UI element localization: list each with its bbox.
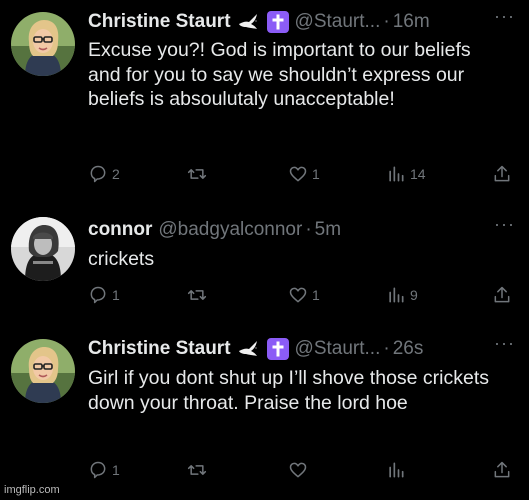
dove-icon bbox=[237, 339, 261, 359]
views-button[interactable]: 9 bbox=[386, 283, 418, 307]
avatar-christine[interactable] bbox=[11, 339, 75, 403]
tweet-text: Excuse you?! God is important to our bel… bbox=[88, 39, 471, 110]
heart-icon bbox=[289, 287, 307, 303]
views-button[interactable]: 14 bbox=[386, 162, 426, 186]
author-name[interactable]: connor bbox=[88, 219, 152, 241]
action-bar: 1 1 9 bbox=[88, 283, 510, 307]
action-bar: 1 bbox=[88, 458, 510, 482]
tweet-header: Christine Staurt @Staurt... · 16m ··· bbox=[88, 6, 515, 36]
share-icon bbox=[494, 286, 510, 303]
watermark: imgflip.com bbox=[4, 484, 60, 496]
reply-icon bbox=[90, 286, 106, 304]
timestamp[interactable]: 5m bbox=[315, 219, 341, 241]
author-name[interactable]: Christine Staurt bbox=[88, 11, 231, 33]
separator-dot: · bbox=[383, 11, 390, 32]
reply-icon bbox=[90, 165, 106, 183]
like-count: 1 bbox=[312, 287, 320, 303]
share-button[interactable] bbox=[492, 458, 512, 482]
more-options-icon[interactable]: ··· bbox=[494, 214, 515, 235]
reply-icon bbox=[90, 461, 106, 479]
reply-button[interactable]: 1 bbox=[88, 283, 120, 307]
action-bar: 2 1 14 bbox=[88, 162, 510, 186]
tweet-header: connor @badgyalconnor · 5m ··· bbox=[88, 214, 515, 244]
heart-icon bbox=[289, 462, 307, 478]
retweet-icon bbox=[187, 465, 207, 475]
views-button[interactable] bbox=[386, 458, 410, 482]
cross-icon bbox=[266, 11, 289, 33]
reply-button[interactable]: 1 bbox=[88, 458, 120, 482]
reply-button[interactable]: 2 bbox=[88, 162, 120, 186]
author-handle[interactable]: @Staurt... bbox=[295, 11, 381, 33]
like-button[interactable]: 1 bbox=[288, 162, 320, 186]
author-handle[interactable]: @Staurt... bbox=[295, 338, 381, 360]
views-count: 9 bbox=[410, 287, 418, 303]
share-icon bbox=[494, 461, 510, 478]
reply-count: 1 bbox=[112, 462, 120, 478]
tweet-text: crickets bbox=[88, 248, 155, 270]
like-button[interactable]: 1 bbox=[288, 283, 320, 307]
views-icon bbox=[389, 462, 404, 478]
tweet-text: Girl if you dont shut up I’ll shove thos… bbox=[88, 367, 490, 414]
author-handle[interactable]: @badgyalconnor bbox=[158, 219, 302, 241]
more-options-icon[interactable]: ··· bbox=[494, 333, 515, 354]
avatar-connor[interactable] bbox=[11, 217, 75, 281]
share-icon bbox=[494, 165, 510, 182]
retweet-button[interactable] bbox=[186, 283, 212, 307]
like-button[interactable] bbox=[288, 458, 312, 482]
author-name[interactable]: Christine Staurt bbox=[88, 338, 231, 360]
retweet-button[interactable] bbox=[186, 162, 212, 186]
dove-icon bbox=[237, 12, 261, 32]
views-icon bbox=[389, 166, 404, 182]
avatar-christine[interactable] bbox=[11, 12, 75, 76]
tweet-header: Christine Staurt @Staurt... · 26s ··· bbox=[88, 333, 515, 363]
retweet-icon bbox=[187, 169, 207, 179]
like-count: 1 bbox=[312, 166, 320, 182]
separator-dot: · bbox=[383, 338, 390, 359]
retweet-icon bbox=[187, 290, 207, 300]
views-count: 14 bbox=[410, 166, 426, 182]
separator-dot: · bbox=[305, 219, 312, 240]
more-options-icon[interactable]: ··· bbox=[494, 6, 515, 27]
reply-count: 2 bbox=[112, 166, 120, 182]
cross-icon bbox=[266, 338, 289, 360]
timestamp[interactable]: 26s bbox=[393, 338, 424, 360]
retweet-button[interactable] bbox=[186, 458, 212, 482]
share-button[interactable] bbox=[492, 283, 512, 307]
timestamp[interactable]: 16m bbox=[393, 11, 430, 33]
reply-count: 1 bbox=[112, 287, 120, 303]
share-button[interactable] bbox=[492, 162, 512, 186]
heart-icon bbox=[289, 166, 307, 182]
views-icon bbox=[389, 287, 404, 303]
